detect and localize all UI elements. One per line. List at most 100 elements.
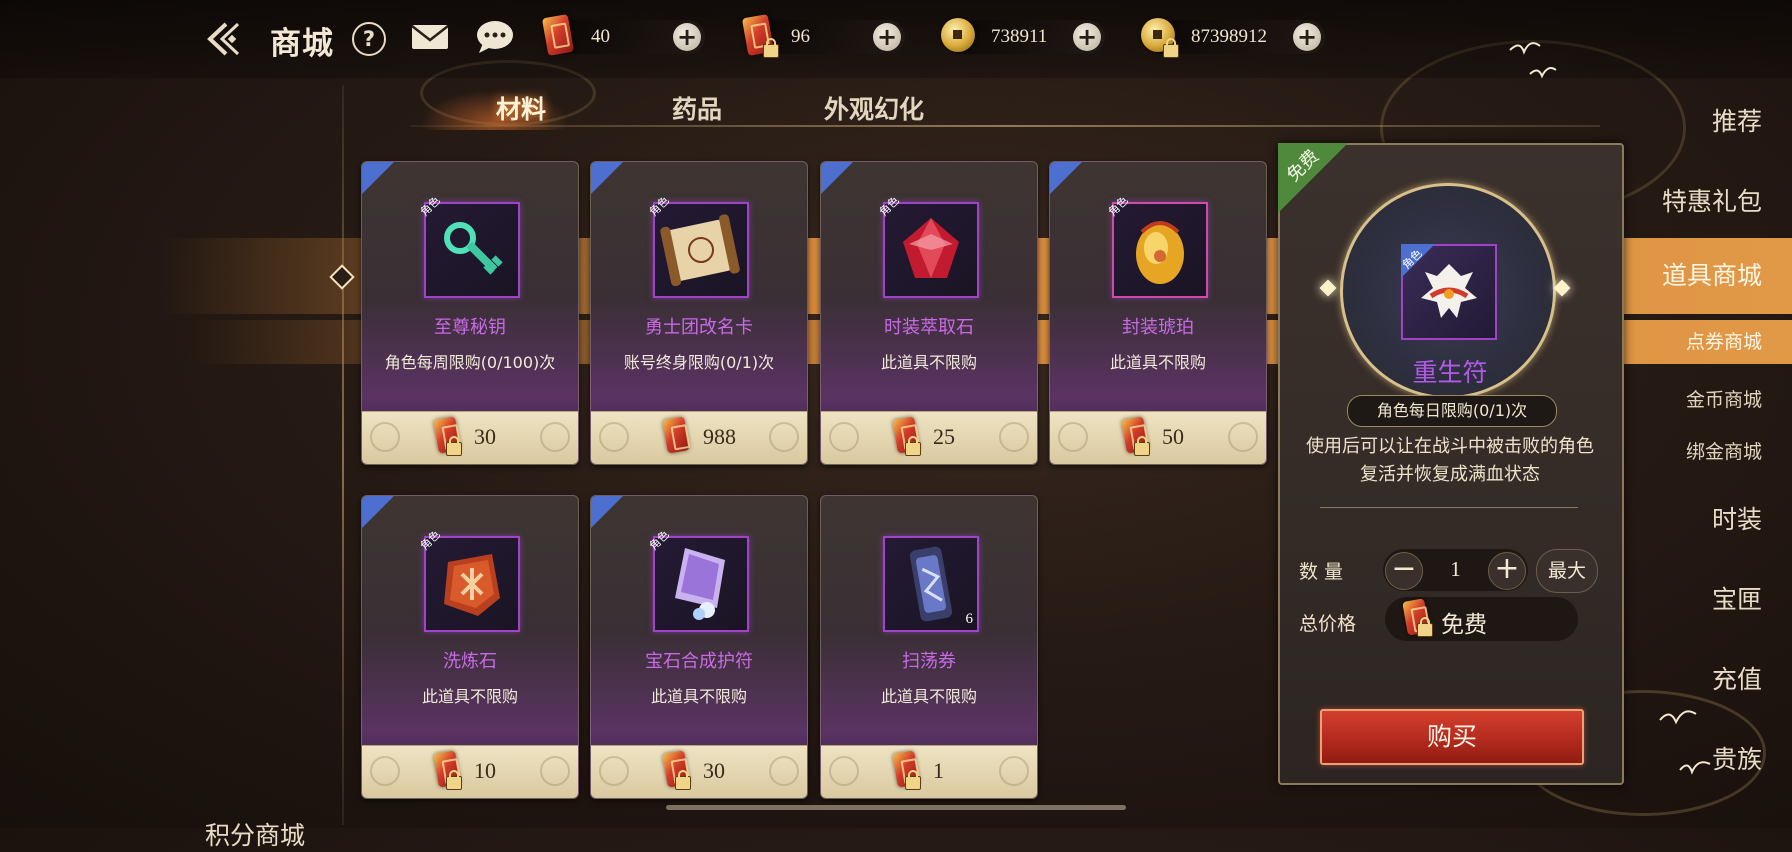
currency-bound-coupon: 96 + [741, 14, 905, 58]
amber-icon [1136, 221, 1184, 284]
currency-value: 738911 [991, 26, 1048, 47]
bird-decoration-icon [1659, 710, 1711, 775]
rune-stone-icon [444, 554, 500, 616]
red-coupon-icon [662, 416, 693, 458]
bound-coupon-icon [1121, 416, 1152, 458]
flower-ornament [599, 756, 629, 786]
mail-icon[interactable] [410, 22, 450, 52]
currency-value: 40 [591, 26, 610, 47]
item-price: 25 [933, 424, 955, 449]
item-icon-frame [1112, 202, 1208, 298]
currency-value: 96 [791, 26, 810, 47]
purchase-limit: 此道具不限购 [880, 687, 977, 706]
chat-icon[interactable] [475, 19, 515, 55]
role-tag [591, 162, 624, 195]
sidebar-subitem-gold-shop[interactable]: 金币商城 [1686, 385, 1762, 412]
tab-materials[interactable]: 材料 [496, 90, 546, 126]
lock-icon [763, 38, 779, 58]
item-quantity: 6 [965, 611, 974, 627]
item-icon-frame [883, 202, 979, 298]
price-bar: 50 [1050, 411, 1266, 464]
shop-item-card[interactable]: 角色 勇士团改名卡 账号终身限购(0/1)次 988 [590, 161, 808, 465]
back-button[interactable] [200, 18, 246, 60]
sidebar-item-fashion[interactable]: 时装 [1712, 500, 1762, 536]
item-icon-frame [653, 202, 749, 298]
sidebar-item-recommend[interactable]: 推荐 [1712, 102, 1762, 138]
price-bar: 988 [591, 411, 807, 464]
item-description: 使用后可以让在战斗中被击败的角色复活并恢复成满血状态 [1306, 436, 1594, 485]
scroll-indicator[interactable] [666, 805, 1126, 810]
shop-item-card[interactable]: 角色 至尊秘钥 角色每周限购(0/100)次 30 [361, 161, 579, 465]
flower-ornament [1228, 422, 1258, 452]
total-price-box: 免费 [1385, 597, 1578, 641]
flower-ornament [370, 756, 400, 786]
item-name: 洗炼石 [443, 651, 497, 672]
gold-coin-icon [937, 14, 981, 60]
flower-ornament [370, 422, 400, 452]
currency-gold: 738911 + [941, 18, 1105, 54]
increase-quantity-button[interactable]: + [1488, 552, 1526, 590]
purchase-limit: 此道具不限购 [421, 687, 518, 706]
shop-item-card[interactable]: 角色 洗炼石 此道具不限购 10 [361, 495, 579, 799]
page-title: 商城 [270, 26, 334, 62]
max-quantity-button[interactable]: 最大 [1536, 549, 1598, 593]
sidebar-item-points-shop[interactable]: 积分商城 [205, 816, 305, 852]
tab-potions[interactable]: 药品 [672, 90, 722, 126]
flower-ornament [829, 756, 859, 786]
role-tag [362, 496, 395, 529]
sidebar-subitem-bound-gold-shop[interactable]: 绑金商城 [1686, 437, 1762, 464]
flower-ornament [1058, 422, 1088, 452]
red-coupon-icon [537, 14, 581, 60]
quantity-stepper: − 1 + [1383, 549, 1528, 591]
daily-purchase-limit: 角色每日限购(0/1)次 [1347, 395, 1557, 427]
add-coupon-button[interactable]: + [673, 23, 701, 51]
scroll-icon [660, 214, 740, 287]
total-price-value: 免费 [1441, 612, 1487, 638]
item-price: 988 [703, 424, 736, 449]
jade-key-icon [444, 222, 503, 275]
item-name: 至尊秘钥 [434, 317, 506, 338]
item-name: 封装琥珀 [1122, 317, 1194, 338]
currency-value: 87398912 [1191, 26, 1267, 47]
price-bar: 1 [821, 745, 1037, 798]
purchase-limit: 角色每周限购(0/100)次 [384, 353, 556, 372]
price-bar: 25 [821, 411, 1037, 464]
shop-item-card[interactable]: 角色 封装琥珀 此道具不限购 50 [1049, 161, 1267, 465]
sidebar-item-treasure-box[interactable]: 宝匣 [1712, 580, 1762, 616]
item-icon-frame [424, 536, 520, 632]
item-price: 50 [1162, 424, 1184, 449]
item-name: 时装萃取石 [884, 317, 974, 338]
red-crystal-icon [903, 218, 959, 278]
help-icon[interactable]: ? [352, 22, 386, 56]
nav-divider [342, 85, 344, 825]
flower-ornament [829, 422, 859, 452]
price-bar: 10 [362, 745, 578, 798]
sweep-ticket-icon [909, 546, 953, 622]
shop-item-card[interactable]: 6 扫荡券 此道具不限购 1 [820, 495, 1038, 799]
price-bar: 30 [362, 411, 578, 464]
add-bound-coupon-button[interactable]: + [873, 23, 901, 51]
flower-ornament [540, 422, 570, 452]
sidebar-item-special-packs[interactable]: 特惠礼包 [1662, 182, 1762, 218]
bound-coupon-icon [662, 750, 693, 792]
back-arrow-icon [207, 22, 240, 56]
add-bound-gold-button[interactable]: + [1293, 23, 1321, 51]
lock-icon [1163, 38, 1179, 58]
sidebar-item-recharge[interactable]: 充值 [1712, 660, 1762, 696]
detail-item-name: 重生符 [1412, 358, 1488, 387]
purchase-limit: 此道具不限购 [1109, 353, 1206, 372]
bird-decoration-icon [1509, 42, 1557, 79]
flower-ornament [769, 422, 799, 452]
role-tag [591, 496, 624, 529]
add-gold-button[interactable]: + [1073, 23, 1101, 51]
shop-item-card[interactable]: 角色 时装萃取石 此道具不限购 25 [820, 161, 1038, 465]
bound-coupon-icon [1402, 598, 1435, 639]
shop-item-card[interactable]: 角色 宝石合成护符 此道具不限购 30 [590, 495, 808, 799]
currency-bound-gold: 87398912 + [1141, 18, 1325, 58]
flower-ornament [999, 756, 1029, 786]
role-tag [362, 162, 395, 195]
item-price: 30 [703, 758, 725, 783]
tab-glow [420, 90, 570, 130]
tab-appearance[interactable]: 外观幻化 [824, 90, 924, 126]
buy-button[interactable]: 购买 [1320, 709, 1584, 765]
